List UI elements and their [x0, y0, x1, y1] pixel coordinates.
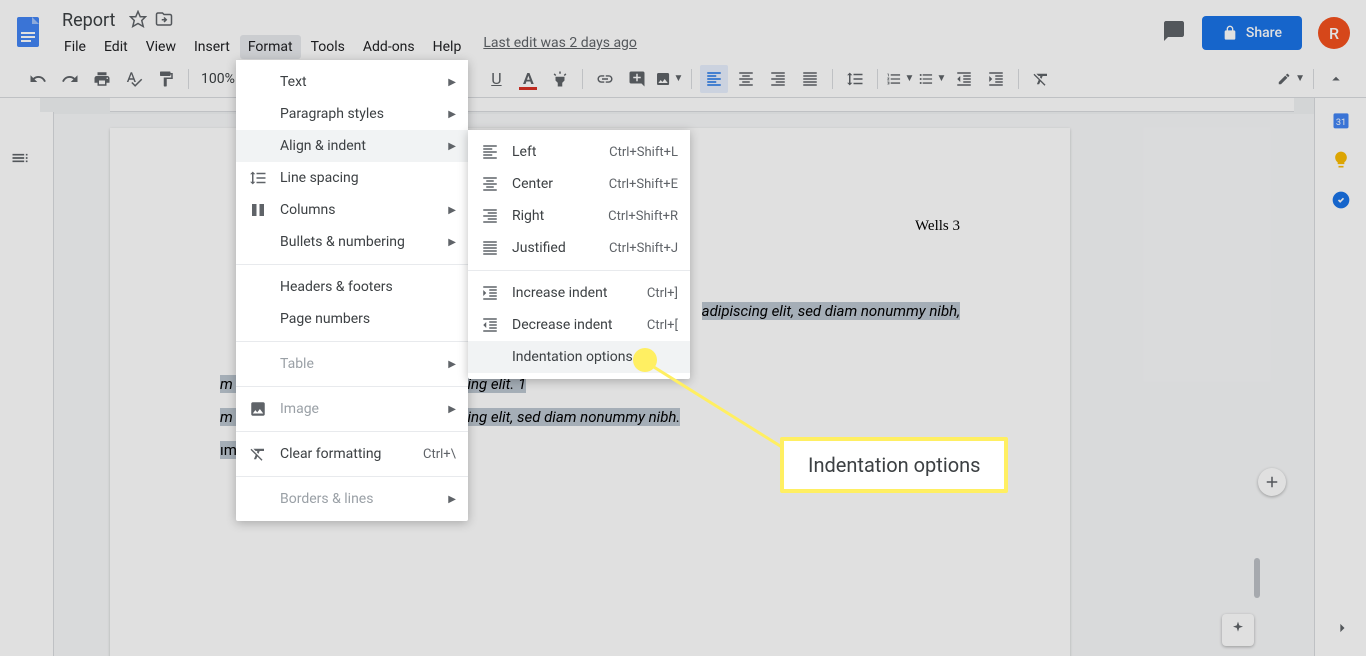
star-icon[interactable]: [129, 10, 147, 32]
increase-indent-icon[interactable]: [982, 65, 1010, 93]
text-color-icon[interactable]: A: [514, 65, 542, 93]
menu-file[interactable]: File: [56, 35, 94, 59]
redo-icon[interactable]: [56, 65, 84, 93]
align-center[interactable]: CenterCtrl+Shift+E: [468, 168, 690, 200]
share-label: Share: [1246, 25, 1282, 41]
side-panel-more-icon[interactable]: [1332, 618, 1352, 642]
paint-format-icon[interactable]: [152, 65, 180, 93]
scrollbar-thumb[interactable]: [1254, 558, 1260, 598]
callout-marker: [633, 348, 657, 372]
docs-logo[interactable]: [8, 12, 48, 52]
format-align-indent[interactable]: Align & indent▶: [236, 130, 468, 162]
account-avatar[interactable]: R: [1318, 17, 1350, 49]
move-icon[interactable]: [155, 10, 173, 32]
editing-mode-icon[interactable]: ▼: [1277, 65, 1305, 93]
increase-indent[interactable]: Increase indentCtrl+]: [468, 277, 690, 309]
bulleted-list-icon[interactable]: ▼: [918, 65, 946, 93]
menu-view[interactable]: View: [138, 35, 184, 59]
callout-label: Indentation options: [780, 437, 1008, 493]
calendar-icon[interactable]: 31: [1331, 110, 1351, 130]
insert-image-icon[interactable]: ▼: [655, 65, 683, 93]
line-spacing-icon[interactable]: [841, 65, 869, 93]
align-right-icon[interactable]: [764, 65, 792, 93]
align-right[interactable]: RightCtrl+Shift+R: [468, 200, 690, 232]
numbered-list-icon[interactable]: ▼: [886, 65, 914, 93]
align-center-icon[interactable]: [732, 65, 760, 93]
add-comment-button[interactable]: [1258, 468, 1286, 496]
align-left[interactable]: LeftCtrl+Shift+L: [468, 136, 690, 168]
insert-link-icon[interactable]: [591, 65, 619, 93]
last-edit-link[interactable]: Last edit was 2 days ago: [483, 35, 637, 59]
format-table: Table▶: [236, 348, 468, 380]
format-columns[interactable]: Columns▶: [236, 194, 468, 226]
format-paragraph-styles[interactable]: Paragraph styles▶: [236, 98, 468, 130]
underline-icon[interactable]: U: [482, 65, 510, 93]
format-borders-lines: Borders & lines▶: [236, 483, 468, 515]
vertical-ruler[interactable]: [40, 112, 54, 656]
side-panel: 31: [1314, 98, 1366, 656]
format-headers-footers[interactable]: Headers & footers: [236, 271, 468, 303]
undo-icon[interactable]: [24, 65, 52, 93]
comments-icon[interactable]: [1162, 19, 1186, 47]
decrease-indent[interactable]: Decrease indentCtrl+[: [468, 309, 690, 341]
toolbar: 100%▼ 12▼ B I U A ▼ ▼ ▼ ▼: [0, 60, 1366, 98]
format-image: Image▶: [236, 393, 468, 425]
menu-help[interactable]: Help: [425, 35, 470, 59]
format-bullets-numbering[interactable]: Bullets & numbering▶: [236, 226, 468, 258]
align-indent-submenu: LeftCtrl+Shift+L CenterCtrl+Shift+E Righ…: [468, 130, 690, 379]
menu-addons[interactable]: Add-ons: [355, 35, 423, 59]
format-page-numbers[interactable]: Page numbers: [236, 303, 468, 335]
align-left-icon[interactable]: [700, 65, 728, 93]
decrease-indent-icon[interactable]: [950, 65, 978, 93]
explore-button[interactable]: [1222, 614, 1254, 646]
outline-icon[interactable]: [10, 148, 30, 656]
menu-format[interactable]: Format: [240, 35, 301, 59]
share-button[interactable]: Share: [1202, 16, 1302, 50]
collapse-toolbar-icon[interactable]: [1322, 65, 1350, 93]
align-justified[interactable]: JustifiedCtrl+Shift+J: [468, 232, 690, 264]
tasks-icon[interactable]: [1331, 190, 1351, 210]
document-title[interactable]: Report: [56, 8, 121, 33]
format-dropdown: Text▶ Paragraph styles▶ Align & indent▶ …: [236, 60, 468, 521]
print-icon[interactable]: [88, 65, 116, 93]
insert-comment-icon[interactable]: [623, 65, 651, 93]
menu-insert[interactable]: Insert: [186, 35, 238, 59]
format-clear-formatting[interactable]: Clear formattingCtrl+\: [236, 438, 468, 470]
svg-text:31: 31: [1335, 118, 1345, 128]
highlight-icon[interactable]: [546, 65, 574, 93]
clear-formatting-icon[interactable]: [1027, 65, 1055, 93]
format-text[interactable]: Text▶: [236, 66, 468, 98]
format-line-spacing[interactable]: Line spacing: [236, 162, 468, 194]
keep-icon[interactable]: [1331, 150, 1351, 170]
menu-bar: File Edit View Insert Format Tools Add-o…: [56, 35, 1162, 59]
spellcheck-icon[interactable]: [120, 65, 148, 93]
menu-edit[interactable]: Edit: [96, 35, 136, 59]
align-justify-icon[interactable]: [796, 65, 824, 93]
menu-tools[interactable]: Tools: [303, 35, 353, 59]
